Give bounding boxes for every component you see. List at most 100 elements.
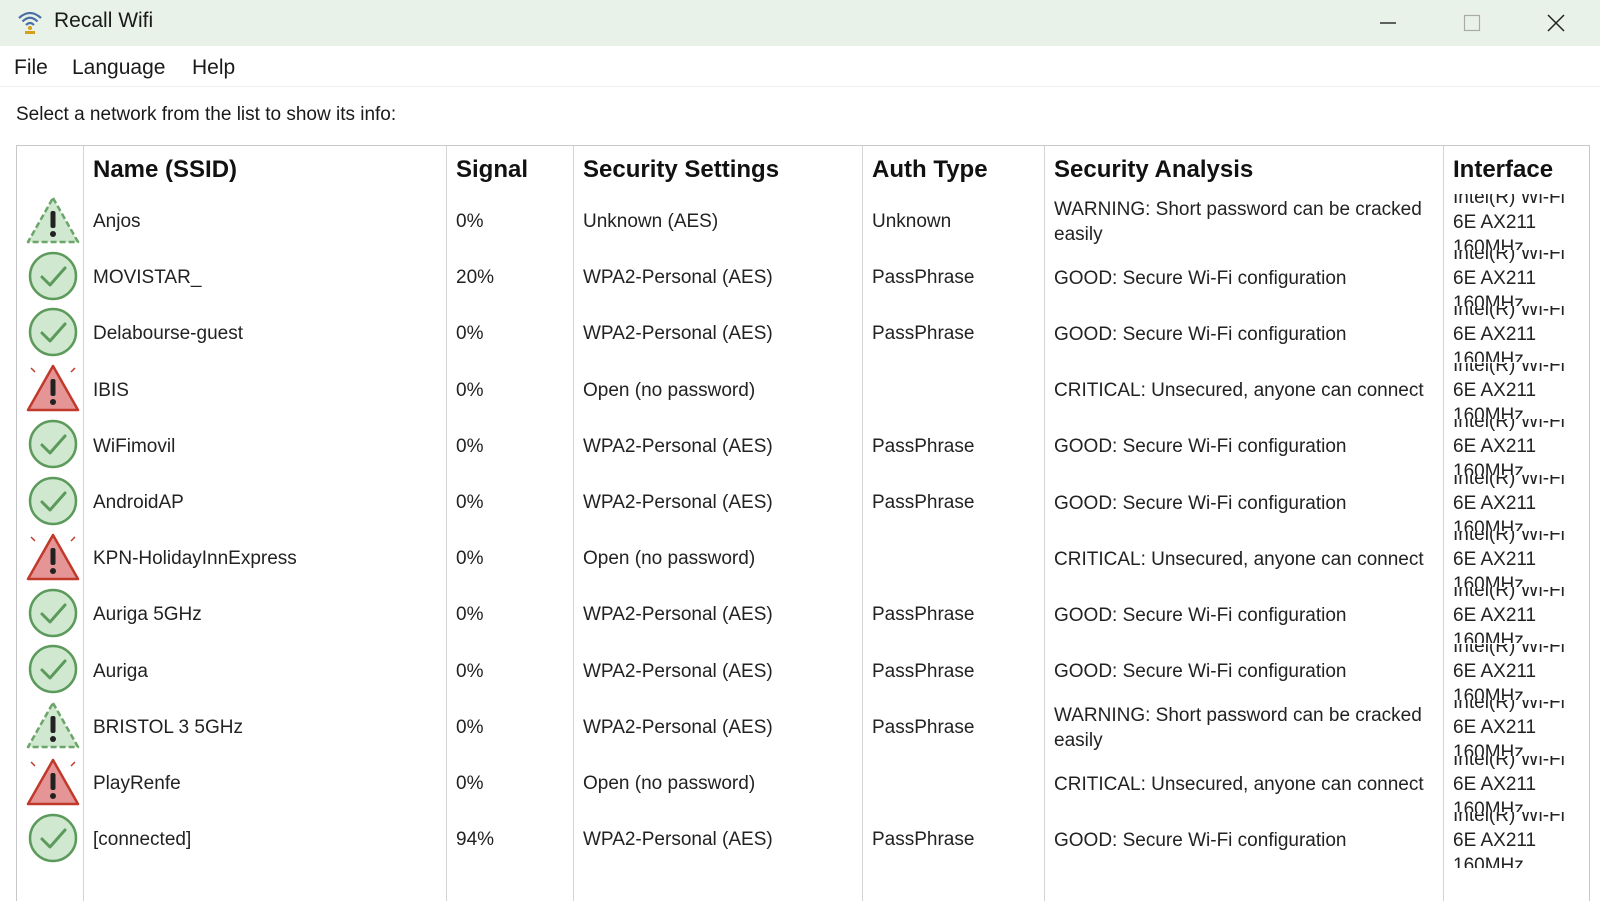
auth-type: PassPhrase — [872, 267, 975, 289]
table-row[interactable]: KPN-HolidayInnExpress 0% Open (no password… — [17, 531, 1589, 587]
interface-name: Intel(R) Wi-Fi 6E AX211 160MHz — [1453, 812, 1565, 869]
column-header-signal[interactable]: Signal — [446, 146, 573, 196]
check-icon — [27, 587, 79, 644]
close-button[interactable] — [1518, 0, 1594, 46]
signal-value: 0% — [456, 604, 484, 626]
minimize-button[interactable] — [1350, 0, 1426, 46]
column-header-security[interactable]: Security Settings — [573, 146, 862, 196]
column-header-auth[interactable]: Auth Type — [862, 146, 1044, 196]
auth-type: PassPhrase — [872, 323, 975, 345]
security-settings: WPA2-Personal (AES) — [583, 323, 773, 345]
interface-name: Intel(R) Wi-Fi 6E AX211 160MHz — [1453, 756, 1565, 812]
status-cell — [25, 475, 81, 531]
security-analysis: CRITICAL: Unsecured, anyone can connect — [1054, 773, 1424, 795]
status-cell — [25, 306, 81, 362]
security-settings: WPA2-Personal (AES) — [583, 267, 773, 289]
network-name: AndroidAP — [93, 492, 184, 513]
auth-type: PassPhrase — [872, 829, 975, 851]
signal-value: 20% — [456, 267, 495, 289]
network-name: [connected] — [93, 829, 192, 851]
auth-type: PassPhrase — [872, 492, 975, 513]
check-icon — [27, 250, 79, 307]
table-row[interactable]: Auriga 5GHz 0% WPA2-Personal (AES) PassPhra… — [17, 587, 1589, 643]
auth-type: PassPhrase — [872, 660, 975, 682]
signal-value: 0% — [456, 379, 484, 401]
interface-name: Intel(R) Wi-Fi 6E AX211 160MHz — [1453, 475, 1565, 531]
minimize-icon — [1380, 22, 1396, 24]
warning-icon — [25, 699, 81, 756]
security-analysis: GOOD: Secure Wi-Fi configuration — [1054, 323, 1347, 345]
maximize-button[interactable] — [1434, 0, 1510, 46]
auth-type: PassPhrase — [872, 435, 975, 457]
network-name: IBIS — [93, 379, 129, 401]
security-settings: WPA2-Personal (AES) — [583, 435, 773, 457]
interface-name: Intel(R) Wi-Fi 6E AX211 160MHz — [1453, 587, 1565, 644]
window-title: Recall Wifi — [54, 9, 154, 32]
security-analysis: GOOD: Secure Wi-Fi configuration — [1054, 604, 1347, 626]
list-header: Name (SSID) Signal Security Settings Aut… — [17, 146, 1589, 196]
security-settings: Open (no password) — [583, 548, 756, 570]
table-row[interactable]: Anjos 0% Unknown (AES) Unknown WARNING: Shor… — [17, 194, 1589, 250]
table-row[interactable]: WiFimovil 0% WPA2-Personal (AES) PassPhrase… — [17, 419, 1589, 475]
column-header-analysis[interactable]: Security Analysis — [1044, 146, 1443, 196]
title-bar: Recall Wifi — [0, 0, 1600, 46]
security-settings: Open (no password) — [583, 773, 756, 794]
status-cell — [25, 250, 81, 306]
critical-icon — [25, 756, 81, 813]
security-analysis: GOOD: Secure Wi-Fi configuration — [1054, 436, 1347, 458]
menu-file[interactable]: File — [14, 56, 48, 80]
security-settings: WPA2-Personal (AES) — [583, 492, 773, 513]
menu-help[interactable]: Help — [192, 56, 235, 80]
table-row[interactable]: Delabourse-guest 0% WPA2-Personal (AES) Pas… — [17, 306, 1589, 362]
interface-name: Intel(R) Wi-Fi 6E AX211 160MHz — [1453, 362, 1565, 419]
network-name: MOVISTAR_ — [93, 267, 202, 289]
check-icon — [27, 418, 79, 475]
security-analysis: GOOD: Secure Wi-Fi configuration — [1054, 829, 1347, 851]
signal-value: 94% — [456, 829, 495, 851]
interface-name: Intel(R) Wi-Fi 6E AX211 160MHz — [1453, 250, 1565, 307]
critical-icon — [25, 362, 81, 419]
security-analysis: GOOD: Secure Wi-Fi configuration — [1054, 492, 1347, 514]
column-header-name[interactable]: Name (SSID) — [83, 146, 446, 196]
security-analysis: WARNING: Short password can be cracked e… — [1054, 199, 1422, 245]
security-settings: Unknown (AES) — [583, 211, 719, 232]
table-row[interactable]: PlayRenfe 0% Open (no password) CRITICAL: U… — [17, 756, 1589, 812]
interface-name: Intel(R) Wi-Fi 6E AX211 160MHz — [1453, 531, 1565, 588]
auth-type — [862, 363, 1044, 419]
interface-name: Intel(R) Wi-Fi 6E AX211 160MHz — [1453, 643, 1565, 700]
security-analysis: GOOD: Secure Wi-Fi configuration — [1054, 661, 1347, 683]
security-settings: WPA2-Personal (AES) — [583, 829, 773, 851]
menu-language[interactable]: Language — [72, 56, 165, 80]
network-name: PlayRenfe — [93, 773, 181, 794]
check-icon — [27, 475, 79, 532]
signal-value: 0% — [456, 716, 484, 738]
status-cell — [25, 700, 81, 756]
table-row[interactable]: IBIS 0% Open (no password) CRITICAL: Unsecu… — [17, 363, 1589, 419]
signal-value: 0% — [456, 548, 484, 570]
table-row[interactable]: AndroidAP 0% WPA2-Personal (AES) PassPhrase… — [17, 475, 1589, 531]
check-icon — [27, 643, 79, 700]
column-header-interface[interactable]: Interface — [1443, 146, 1589, 196]
security-settings: WPA2-Personal (AES) — [583, 604, 773, 626]
auth-type — [862, 531, 1044, 587]
interface-name: Intel(R) Wi-Fi 6E AX211 160MHz — [1453, 306, 1565, 363]
warning-icon — [25, 194, 81, 251]
check-icon — [27, 812, 79, 869]
menu-bar: File Language Help — [0, 48, 1600, 87]
interface-name: Intel(R) Wi-Fi 6E AX211 160MHz — [1453, 699, 1565, 756]
table-row[interactable]: [connected] 94% WPA2-Personal (AES) PassPhr… — [17, 812, 1589, 868]
table-row[interactable]: Auriga 0% WPA2-Personal (AES) PassPhrase GOO… — [17, 644, 1589, 700]
status-cell — [25, 194, 81, 250]
table-row[interactable]: MOVISTAR_ 20% WPA2-Personal (AES) PassPhras… — [17, 250, 1589, 306]
status-cell — [25, 812, 81, 868]
network-name: Anjos — [93, 211, 141, 232]
network-list[interactable]: Name (SSID) Signal Security Settings Aut… — [16, 145, 1590, 901]
status-cell — [25, 644, 81, 700]
table-row[interactable]: BRISTOL 3 5GHz 0% WPA2-Personal (AES) PassP… — [17, 700, 1589, 756]
close-icon — [1547, 14, 1565, 32]
column-header-icon[interactable] — [17, 146, 83, 196]
network-name: BRISTOL 3 5GHz — [93, 716, 243, 738]
auth-type: PassPhrase — [872, 604, 975, 626]
security-analysis: CRITICAL: Unsecured, anyone can connect — [1054, 380, 1424, 402]
status-cell — [25, 587, 81, 643]
